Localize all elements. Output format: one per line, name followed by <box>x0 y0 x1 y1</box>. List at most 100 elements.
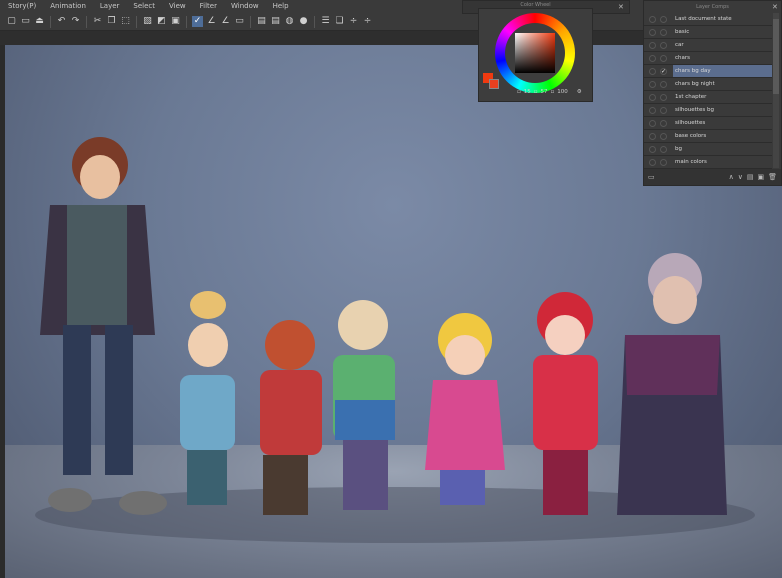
layer-comp-row[interactable]: ✓ chars bg day <box>644 65 772 78</box>
check-icon[interactable]: ✓ <box>192 16 203 27</box>
settings-icon[interactable]: ⚙ <box>577 89 582 95</box>
visibility-toggle[interactable] <box>649 28 656 36</box>
layer-comp-row[interactable]: silhouettes <box>644 117 772 130</box>
visibility-toggle[interactable] <box>649 41 656 49</box>
open-icon[interactable]: ▭ <box>20 16 31 27</box>
layer-comp-label: basic <box>675 29 690 35</box>
character-tall-boy <box>40 137 167 515</box>
apply-checkbox[interactable] <box>660 15 667 23</box>
close-icon[interactable]: ✕ <box>772 1 778 13</box>
flip-v-icon[interactable]: ÷ <box>348 16 359 27</box>
move-down-icon[interactable]: ∨ <box>738 173 743 181</box>
move-up-icon[interactable]: ∧ <box>729 173 734 181</box>
apply-checkbox[interactable] <box>660 80 667 88</box>
menu-view[interactable]: View <box>169 0 186 13</box>
visibility-toggle[interactable] <box>649 80 656 88</box>
saturation-value: 57 <box>540 89 548 95</box>
palette-icon[interactable]: ● <box>298 16 309 27</box>
layer-comp-row[interactable]: chars <box>644 52 772 65</box>
layer-comp-row[interactable]: Last document state <box>644 13 772 26</box>
menu-select[interactable]: Select <box>133 0 155 13</box>
apply-checkbox[interactable] <box>660 28 667 36</box>
layer-comp-label: Last document state <box>675 16 732 22</box>
pen-icon[interactable]: ∠ <box>206 16 217 27</box>
apply-checkbox[interactable] <box>660 119 667 127</box>
new-comp-icon[interactable]: ▭ <box>648 173 655 181</box>
value-value: 100 <box>557 89 568 95</box>
transform-icon[interactable]: ⬚ <box>120 16 131 27</box>
layer-comp-row[interactable]: silhouettes bg <box>644 104 772 117</box>
panel-title: Layer Comps <box>696 4 729 10</box>
layer-comp-row[interactable]: chars bg night <box>644 78 772 91</box>
layer-comp-row[interactable]: main colors <box>644 156 772 169</box>
visibility-toggle[interactable] <box>649 54 656 62</box>
folder-icon[interactable]: ▤ <box>256 16 267 27</box>
layer-icon[interactable]: ▭ <box>234 16 245 27</box>
panel-title: Color Wheel <box>520 2 551 8</box>
update-icon[interactable]: ▤ <box>747 173 754 181</box>
apply-checkbox[interactable] <box>660 54 667 62</box>
visibility-toggle[interactable] <box>649 158 656 166</box>
folder2-icon[interactable]: ▤ <box>270 16 281 27</box>
menu-layer[interactable]: Layer <box>100 0 120 13</box>
visibility-toggle[interactable] <box>649 106 656 114</box>
layer-comps-panel: Layer Comps ✕ Last document state basic ca… <box>643 0 782 186</box>
layer-comp-label: base colors <box>675 133 707 139</box>
cut-icon[interactable]: ✂ <box>92 16 103 27</box>
hue-ring[interactable] <box>495 13 575 93</box>
character-red-hoodie-boy <box>260 320 322 515</box>
apply-checkbox[interactable] <box>660 41 667 49</box>
visibility-toggle[interactable] <box>649 119 656 127</box>
undo-icon[interactable]: ↶ <box>56 16 67 27</box>
visibility-toggle[interactable] <box>649 145 656 153</box>
layer-comp-row[interactable]: 1st chapter <box>644 91 772 104</box>
layer-comp-label: bg <box>675 146 682 152</box>
layer-comp-label: main colors <box>675 159 707 165</box>
sub-color-swatch[interactable] <box>489 79 499 89</box>
flip-h-icon[interactable]: ÷ <box>362 16 373 27</box>
ruler-icon[interactable]: ∠ <box>220 16 231 27</box>
close-icon[interactable]: ✕ <box>618 1 624 13</box>
duplicate-icon[interactable]: ▣ <box>757 173 764 181</box>
delete-icon[interactable]: 🗑 <box>768 173 777 181</box>
hsv-readout: ▫ 15 ▫ 57 ▫ 100 ⚙ <box>517 89 582 95</box>
color-wheel-panel: Color Wheel ▫ 15 ▫ 57 ▫ 100 ⚙ <box>478 2 593 102</box>
apply-checkbox[interactable]: ✓ <box>660 67 667 75</box>
layer-comp-row[interactable]: base colors <box>644 130 772 143</box>
apply-checkbox[interactable] <box>660 158 667 166</box>
layer-comp-row[interactable]: car <box>644 39 772 52</box>
layer-comp-label: chars bg day <box>673 65 772 77</box>
apply-checkbox[interactable] <box>660 132 667 140</box>
layer-comp-label: silhouettes bg <box>675 107 714 113</box>
character-blue-boy <box>180 291 235 505</box>
apply-checkbox[interactable] <box>660 93 667 101</box>
menu-animation[interactable]: Animation <box>50 0 86 13</box>
save-icon[interactable]: ⏏ <box>34 16 45 27</box>
visibility-toggle[interactable] <box>649 15 656 23</box>
visibility-toggle[interactable] <box>649 132 656 140</box>
menu-help[interactable]: Help <box>273 0 289 13</box>
saturation-value-square[interactable] <box>515 33 555 73</box>
copy-icon[interactable]: ❐ <box>106 16 117 27</box>
apply-checkbox[interactable] <box>660 145 667 153</box>
menu-storyp[interactable]: Story(P) <box>8 0 36 13</box>
panel-footer: ▭ ∧ ∨ ▤ ▣ 🗑 <box>644 169 781 185</box>
list-icon[interactable]: ☰ <box>320 16 331 27</box>
layer-comp-row[interactable]: bg <box>644 143 772 156</box>
layer-comp-label: 1st chapter <box>675 94 707 100</box>
menu-filter[interactable]: Filter <box>200 0 217 13</box>
visibility-toggle[interactable] <box>649 93 656 101</box>
redo-icon[interactable]: ↷ <box>70 16 81 27</box>
copy2-icon[interactable]: ❏ <box>334 16 345 27</box>
clear-icon[interactable]: ▧ <box>142 16 153 27</box>
new-icon[interactable]: ▢ <box>6 16 17 27</box>
visibility-toggle[interactable] <box>649 67 656 75</box>
select-icon[interactable]: ▣ <box>170 16 181 27</box>
character-pink-coat-girl <box>425 313 505 505</box>
scrollbar[interactable] <box>773 13 779 168</box>
fill-icon[interactable]: ◩ <box>156 16 167 27</box>
color-icon[interactable]: ◍ <box>284 16 295 27</box>
menu-window[interactable]: Window <box>231 0 259 13</box>
layer-comp-row[interactable]: basic <box>644 26 772 39</box>
apply-checkbox[interactable] <box>660 106 667 114</box>
